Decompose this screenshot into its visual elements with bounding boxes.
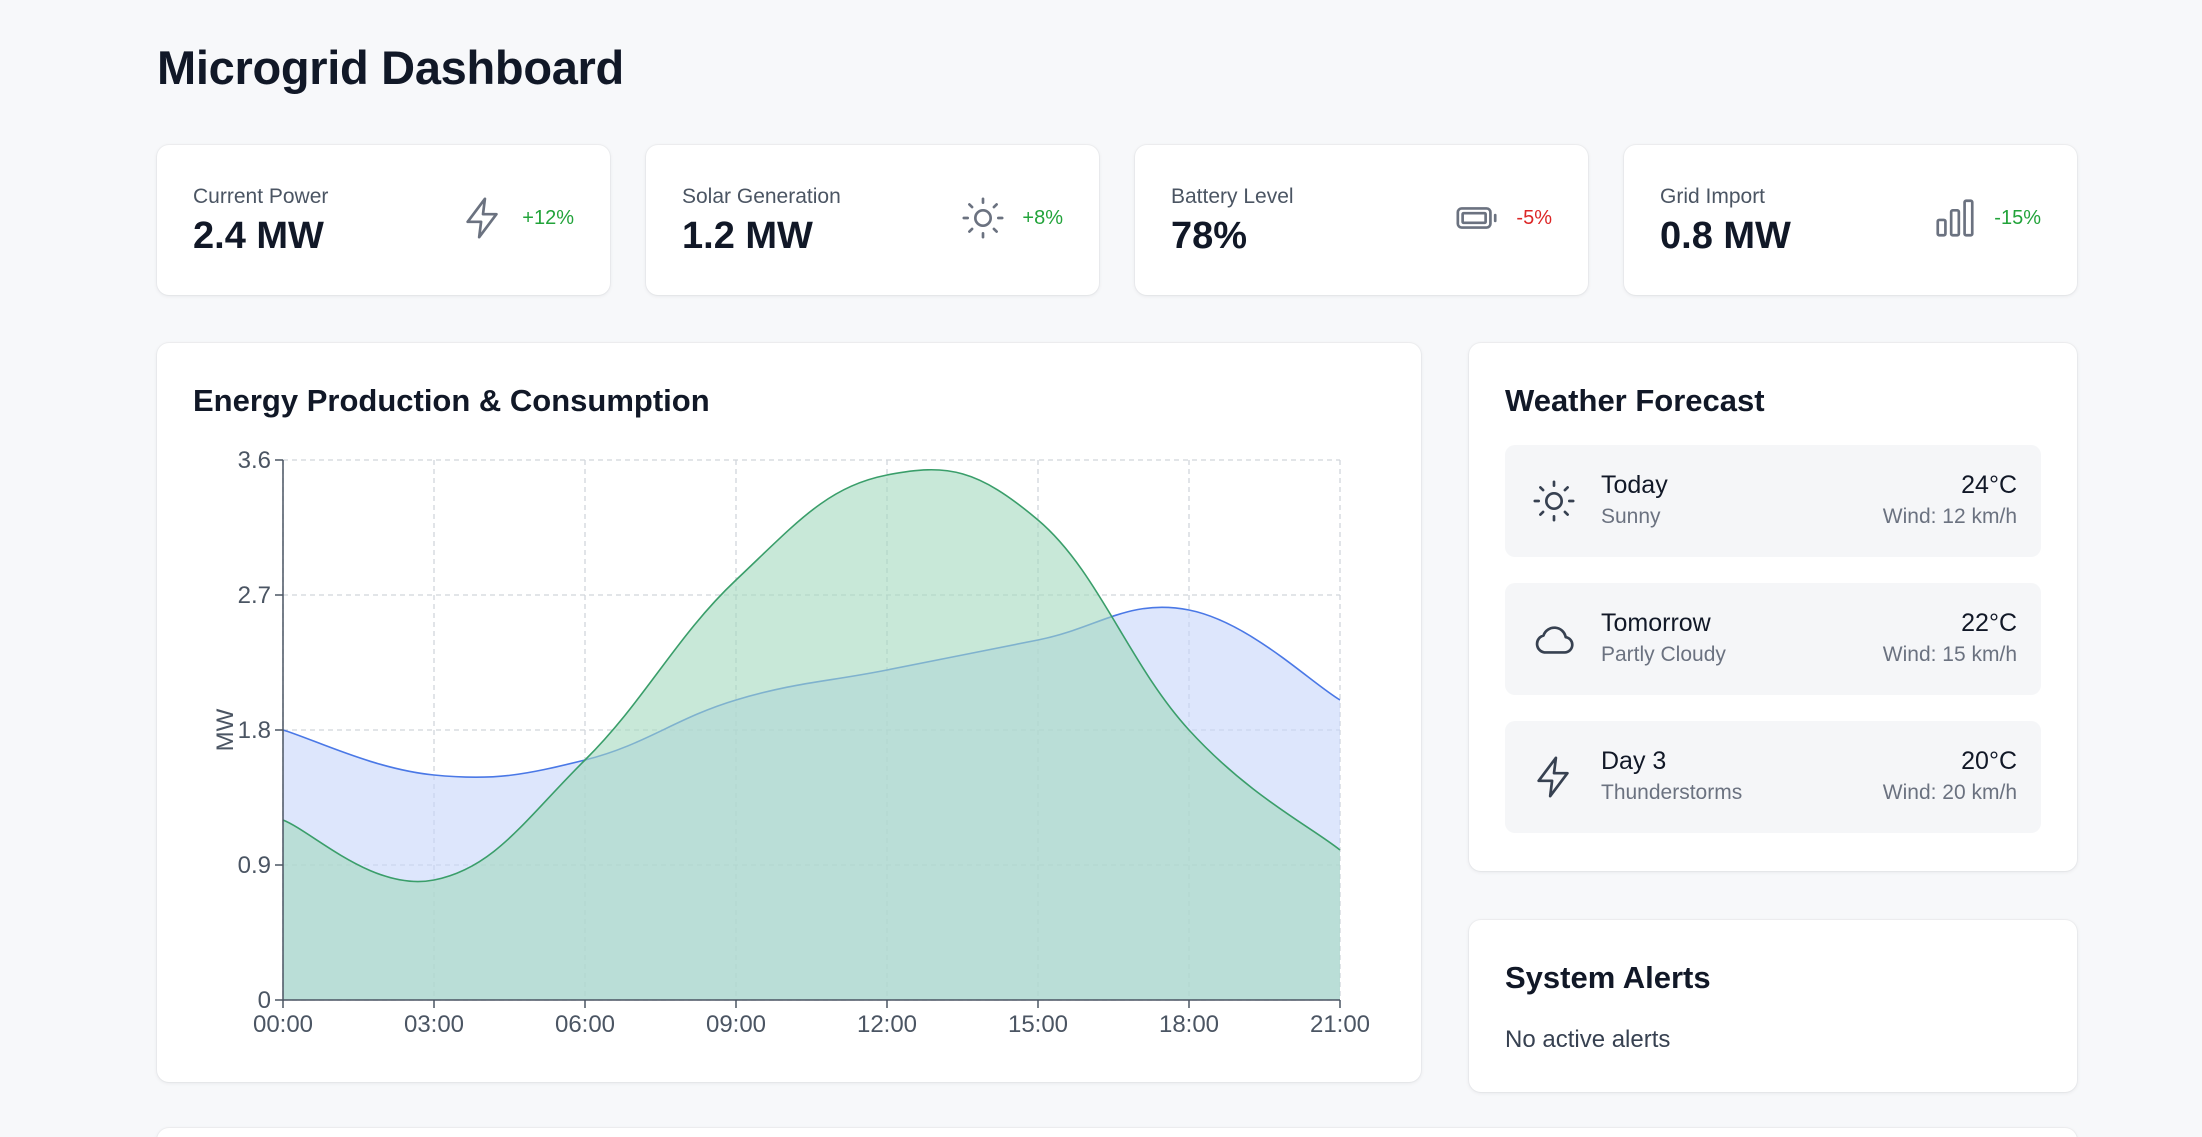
series-1-area — [283, 469, 1340, 1000]
forecast-item-day-3: Day 3 Thunderstorms 20°C Wind: 20 km/h — [1505, 721, 2041, 833]
chart-title: Energy Production & Consumption — [193, 383, 710, 418]
forecast-temperature: 20°C — [1961, 747, 2017, 775]
y-axis-label: MW — [212, 708, 239, 751]
x-tick-label: 03:00 — [404, 1011, 464, 1038]
stat-label: Solar Generation — [682, 185, 841, 208]
stat-label: Grid Import — [1660, 185, 1766, 208]
cloud-icon — [1531, 616, 1577, 662]
stat-card-battery-level: Battery Level 78% -5% — [1135, 145, 1588, 295]
stat-change: -15% — [1994, 206, 2041, 229]
energy-chart: 0 0.9 1.8 2.7 3.6 00:00 03:00 06:00 09:00 12:00 15… — [212, 447, 1370, 1038]
forecast-item-tomorrow: Tomorrow Partly Cloudy 22°C Wind: 15 km/… — [1505, 583, 2041, 695]
y-tick-label: 1.8 — [238, 717, 271, 744]
bottom-card-partial — [157, 1128, 2077, 1137]
stat-label: Battery Level — [1171, 185, 1294, 208]
stat-change: +8% — [1022, 206, 1063, 229]
x-tick-label: 12:00 — [857, 1011, 917, 1038]
forecast-day: Today — [1601, 471, 1668, 499]
forecast-condition: Thunderstorms — [1601, 781, 1743, 804]
stat-value: 1.2 MW — [682, 215, 813, 257]
stat-label: Current Power — [193, 185, 329, 208]
forecast-wind: Wind: 15 km/h — [1882, 643, 2017, 666]
weather-title: Weather Forecast — [1505, 383, 1765, 418]
y-tick-label: 0.9 — [238, 852, 271, 879]
forecast-condition: Sunny — [1601, 505, 1661, 528]
sun-icon — [1531, 478, 1577, 524]
forecast-item-today: Today Sunny 24°C Wind: 12 km/h — [1505, 445, 2041, 557]
forecast-day: Tomorrow — [1601, 609, 1711, 637]
bar-chart-icon — [1932, 195, 1978, 241]
stat-value: 2.4 MW — [193, 215, 324, 257]
x-tick-label: 21:00 — [1310, 1011, 1370, 1038]
forecast-wind: Wind: 20 km/h — [1882, 781, 2017, 804]
stat-card-grid-import: Grid Import 0.8 MW -15% — [1624, 145, 2077, 295]
y-tick-label: 3.6 — [238, 447, 271, 474]
x-tick-label: 18:00 — [1159, 1011, 1219, 1038]
forecast-condition: Partly Cloudy — [1601, 643, 1726, 666]
lightning-icon — [460, 195, 506, 241]
stat-change: -5% — [1516, 206, 1552, 229]
forecast-wind: Wind: 12 km/h — [1882, 505, 2017, 528]
x-tick-label: 09:00 — [706, 1011, 766, 1038]
y-tick-label: 2.7 — [238, 582, 271, 609]
energy-chart-card: 0 0.9 1.8 2.7 3.6 00:00 03:00 06:00 09:00 12:00 15… — [157, 343, 1421, 1082]
stat-change: +12% — [522, 206, 574, 229]
page-title: Microgrid Dashboard — [157, 41, 624, 94]
system-alerts-card: System Alerts No active alerts — [1469, 920, 2077, 1092]
x-tick-label: 00:00 — [253, 1011, 313, 1038]
stat-card-current-power: Current Power 2.4 MW +12% — [157, 145, 610, 295]
x-tick-label: 06:00 — [555, 1011, 615, 1038]
stat-value: 0.8 MW — [1660, 215, 1791, 257]
stat-value: 78% — [1171, 215, 1248, 257]
forecast-temperature: 24°C — [1961, 471, 2017, 499]
alerts-title: System Alerts — [1505, 960, 1711, 995]
stat-card-solar-generation: Solar Generation 1.2 MW +8% — [646, 145, 1099, 295]
alerts-message: No active alerts — [1505, 1026, 1671, 1053]
sun-icon — [960, 195, 1006, 241]
weather-forecast-card: Weather Forecast Today Sunny 24°C Wind: … — [1469, 343, 2077, 871]
forecast-day: Day 3 — [1601, 747, 1667, 775]
x-tick-label: 15:00 — [1008, 1011, 1068, 1038]
y-tick-label: 0 — [258, 987, 271, 1014]
lightning-icon — [1531, 754, 1577, 800]
forecast-temperature: 22°C — [1961, 609, 2017, 637]
battery-icon — [1454, 195, 1500, 241]
